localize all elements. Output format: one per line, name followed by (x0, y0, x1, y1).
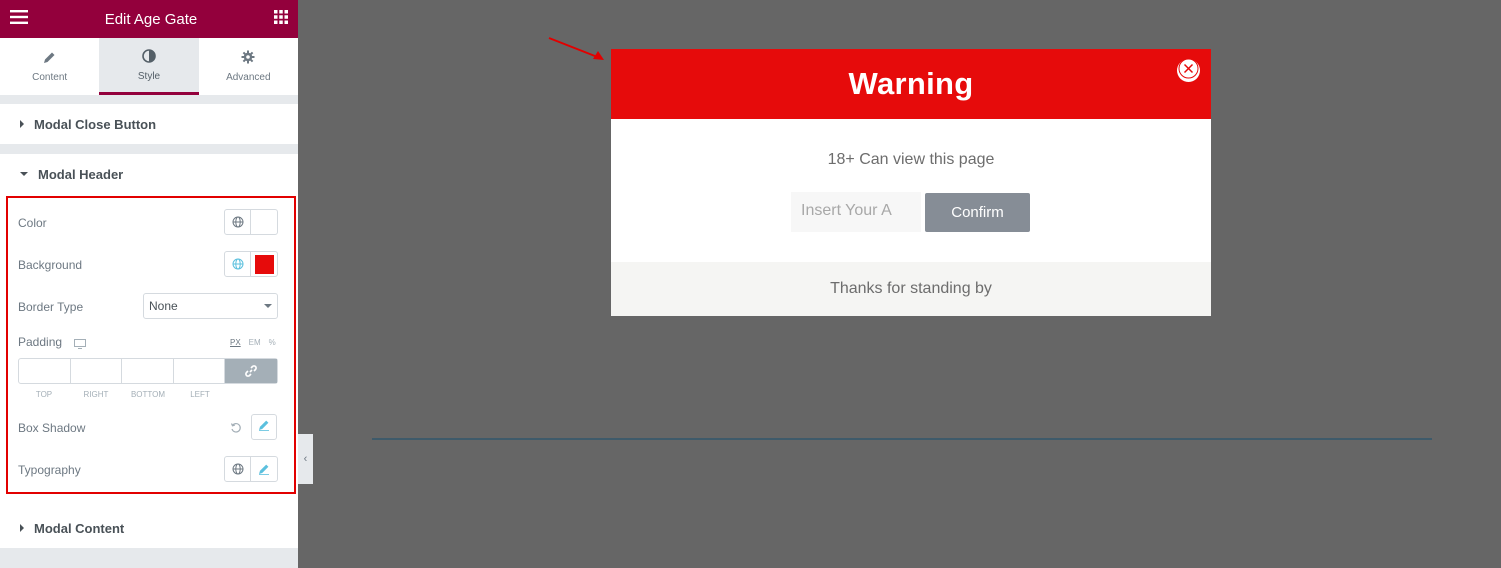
unit-px[interactable]: PX (230, 338, 241, 347)
gear-icon (241, 50, 255, 67)
contrast-icon (142, 48, 156, 66)
border-type-select[interactable]: None (143, 293, 278, 319)
box-shadow-label: Box Shadow (18, 421, 86, 435)
section-modal-content[interactable]: Modal Content (0, 508, 298, 548)
padding-bottom-input[interactable] (122, 359, 174, 383)
modal-footer: Thanks for standing by (611, 262, 1211, 316)
section-label: Modal Header (38, 166, 124, 182)
pencil-icon[interactable] (251, 457, 277, 481)
padding-right-input[interactable] (71, 359, 122, 383)
panel-title: Edit Age Gate (104, 10, 198, 28)
desktop-icon[interactable] (74, 336, 86, 354)
age-message: 18+ Can view this page (827, 151, 995, 168)
padding-label: Padding (18, 335, 63, 349)
typography-control (224, 456, 278, 482)
age-input[interactable]: Insert Your A (791, 192, 921, 232)
tab-content-label: Content (32, 71, 68, 83)
tab-advanced-label: Advanced (226, 72, 271, 83)
unit-switcher: PX EM % (230, 338, 276, 347)
reset-icon[interactable] (230, 421, 242, 439)
modal-header-controls: Color Background Border Type None Paddin… (0, 194, 298, 508)
color-label: Color (18, 216, 47, 230)
panel-header: Edit Age Gate (0, 0, 298, 38)
pencil-icon (258, 418, 270, 436)
unit-percent[interactable]: % (269, 338, 276, 347)
grid-icon[interactable] (273, 9, 288, 29)
red-swatch (254, 254, 274, 274)
close-icon (1178, 58, 1199, 84)
tab-style[interactable]: Style (99, 38, 199, 95)
padding-top-input[interactable] (19, 359, 71, 383)
unit-em[interactable]: EM (249, 338, 261, 347)
close-button[interactable] (1177, 58, 1200, 84)
section-modal-header[interactable]: Modal Header (0, 154, 298, 194)
background-swatch[interactable] (251, 252, 277, 276)
dimension-labels: TOP RIGHT BOTTOM LEFT (18, 390, 226, 399)
modal-header: Warning (611, 49, 1211, 119)
modal-title: Warning (848, 66, 974, 101)
divider (372, 438, 1432, 440)
chevron-down-icon (264, 304, 272, 308)
typography-label: Typography (18, 463, 81, 477)
globe-icon[interactable] (225, 252, 251, 276)
section-label: Modal Close Button (34, 116, 157, 132)
dim-top-label: TOP (35, 390, 53, 399)
panel-collapse-toggle[interactable]: ‹ (298, 434, 313, 484)
border-type-label: Border Type (18, 300, 84, 314)
pencil-icon (43, 51, 56, 67)
color-swatch[interactable] (251, 210, 277, 234)
panel-tabs: Content Style Advanced (0, 38, 298, 95)
caret-down-icon (20, 172, 28, 176)
border-type-value: None (149, 299, 178, 313)
background-label: Background (18, 258, 83, 272)
confirm-button[interactable]: Confirm (925, 193, 1030, 232)
section-label: Modal Content (34, 520, 125, 536)
editor-panel: Edit Age Gate Content Style Advanced Mod… (0, 0, 298, 568)
link-icon[interactable] (225, 359, 277, 383)
box-shadow-edit-button[interactable] (251, 414, 277, 440)
padding-dimensions (18, 358, 278, 384)
chevron-left-icon: ‹ (303, 453, 308, 465)
caret-right-icon (20, 120, 24, 128)
background-picker[interactable] (224, 251, 278, 277)
tab-advanced[interactable]: Advanced (199, 38, 298, 95)
tab-content[interactable]: Content (0, 38, 99, 95)
color-picker[interactable] (224, 209, 278, 235)
dim-bottom-label: BOTTOM (130, 390, 166, 399)
padding-left-input[interactable] (174, 359, 225, 383)
section-modal-close-button[interactable]: Modal Close Button (0, 104, 298, 144)
pointer-arrow (548, 37, 604, 60)
hamburger-icon[interactable] (10, 9, 28, 29)
dim-right-label: RIGHT (83, 390, 109, 399)
globe-icon[interactable] (225, 457, 251, 481)
caret-right-icon (20, 524, 24, 532)
age-gate-modal: Warning 18+ Can view this page Insert Yo… (611, 49, 1211, 316)
dim-left-label: LEFT (190, 390, 210, 399)
globe-icon[interactable] (225, 210, 251, 234)
tab-style-label: Style (137, 70, 161, 82)
